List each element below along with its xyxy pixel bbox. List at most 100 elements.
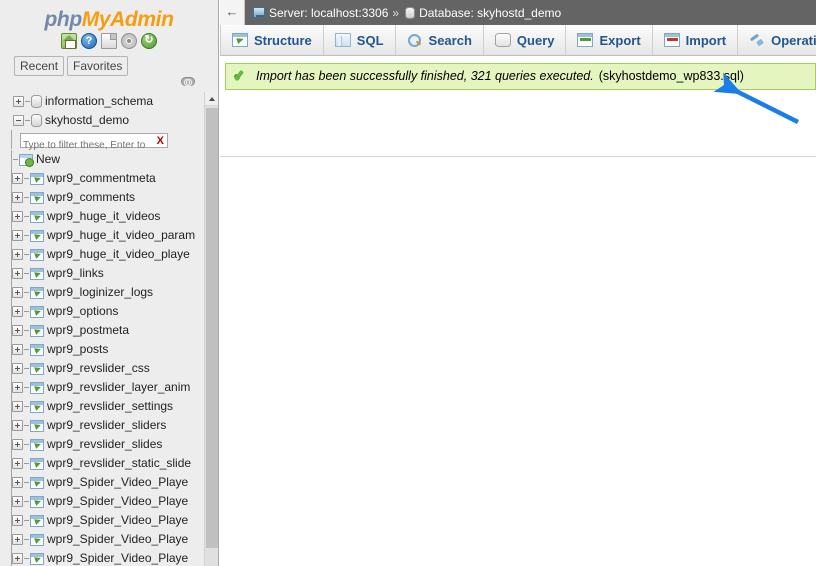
tab-sql[interactable]: SQL bbox=[324, 25, 396, 55]
tab-structure[interactable]: Structure bbox=[220, 25, 324, 55]
tab-query[interactable]: Query bbox=[484, 25, 567, 55]
navigation-scrollbar[interactable] bbox=[204, 92, 218, 566]
tree-item-table[interactable]: wpr9_Spider_Video_Playe bbox=[5, 473, 205, 492]
tab-favorites[interactable]: Favorites bbox=[67, 56, 129, 76]
expand-icon[interactable] bbox=[12, 420, 23, 432]
import-success-notice: Import has been successfully finished, 3… bbox=[225, 63, 816, 90]
expand-icon[interactable] bbox=[12, 534, 23, 546]
expand-icon[interactable] bbox=[12, 458, 23, 470]
back-button[interactable]: ← bbox=[220, 0, 245, 25]
table-icon bbox=[30, 457, 44, 470]
scrollbar-thumb[interactable] bbox=[206, 108, 218, 548]
filter-box[interactable]: X bbox=[20, 133, 168, 150]
logo-my-text: My bbox=[81, 8, 111, 31]
breadcrumb-database-label[interactable]: Database: skyhostd_demo bbox=[419, 6, 561, 20]
expand-icon[interactable] bbox=[12, 249, 23, 261]
tree-item-table[interactable]: wpr9_Spider_Video_Playe bbox=[5, 511, 205, 530]
tree-item-new[interactable]: New bbox=[5, 150, 205, 169]
tree-item-table[interactable]: wpr9_Spider_Video_Playe bbox=[5, 492, 205, 511]
tab-label: SQL bbox=[356, 32, 384, 48]
expand-icon[interactable] bbox=[12, 553, 23, 565]
tree-item-table[interactable]: wpr9_loginizer_logs bbox=[5, 283, 205, 302]
expand-icon[interactable] bbox=[12, 306, 23, 318]
tree-item-table[interactable]: wpr9_links bbox=[5, 264, 205, 283]
tree-item-table[interactable]: wpr9_postmeta bbox=[5, 321, 205, 340]
tree-item-table[interactable]: wpr9_Spider_Video_Playe bbox=[5, 549, 205, 566]
expand-icon[interactable] bbox=[12, 401, 23, 413]
expand-icon[interactable] bbox=[12, 439, 23, 451]
table-icon bbox=[30, 229, 44, 242]
expand-icon[interactable] bbox=[12, 325, 23, 337]
expand-icon[interactable] bbox=[12, 382, 23, 394]
tree-item-table[interactable]: wpr9_commentmeta bbox=[5, 169, 205, 188]
tree-item-table[interactable]: wpr9_Spider_Video_Playe bbox=[5, 530, 205, 549]
tab-operations[interactable]: Operations bbox=[738, 25, 816, 55]
expand-icon[interactable] bbox=[12, 230, 23, 242]
tree-item-table[interactable]: wpr9_huge_it_video_playe bbox=[5, 245, 205, 264]
help-icon[interactable]: ? bbox=[81, 33, 97, 49]
expand-icon[interactable] bbox=[12, 477, 23, 489]
tab-label: Structure bbox=[254, 32, 312, 48]
check-icon bbox=[234, 69, 249, 83]
home-icon[interactable] bbox=[61, 33, 77, 49]
settings-gear-icon[interactable] bbox=[121, 33, 137, 49]
expand-icon[interactable] bbox=[12, 211, 23, 223]
tree-item-label: wpr9_Spider_Video_Playe bbox=[47, 551, 189, 565]
tree-item-table[interactable]: wpr9_posts bbox=[5, 340, 205, 359]
expand-icon[interactable] bbox=[12, 496, 23, 508]
documentation-icon[interactable] bbox=[101, 33, 117, 49]
tab-import[interactable]: Import bbox=[653, 25, 739, 55]
table-icon bbox=[30, 172, 44, 185]
expand-icon[interactable] bbox=[12, 192, 23, 204]
expand-icon[interactable] bbox=[12, 344, 23, 356]
tree-item-table[interactable]: wpr9_revslider_css bbox=[5, 359, 205, 378]
tree-item-table[interactable]: wpr9_options bbox=[5, 302, 205, 321]
tree-item-table[interactable]: wpr9_huge_it_video_param bbox=[5, 226, 205, 245]
phpmyadmin-logo[interactable]: phpMyAdmin bbox=[0, 0, 218, 32]
refresh-icon[interactable]: ↻ bbox=[141, 33, 157, 49]
tree-item-label: wpr9_revslider_layer_anim bbox=[47, 380, 191, 394]
expand-icon[interactable] bbox=[12, 287, 23, 299]
table-icon bbox=[30, 305, 44, 318]
import-icon bbox=[663, 33, 680, 47]
tab-export[interactable]: Export bbox=[566, 25, 653, 55]
filter-clear-button[interactable]: X bbox=[157, 134, 164, 148]
expand-icon[interactable] bbox=[12, 515, 23, 527]
link-icon[interactable] bbox=[181, 77, 195, 86]
tree-item-table[interactable]: wpr9_revslider_slides bbox=[5, 435, 205, 454]
tree-item-label: wpr9_revslider_sliders bbox=[47, 418, 167, 432]
tree-item-label: wpr9_comments bbox=[47, 190, 136, 204]
collapse-icon[interactable] bbox=[13, 115, 24, 127]
expand-icon[interactable] bbox=[12, 268, 23, 280]
tree-item-table[interactable]: wpr9_revslider_settings bbox=[5, 397, 205, 416]
database-tree: information_schema skyhostd_demo X New w… bbox=[0, 92, 205, 566]
tree-item-label: wpr9_revslider_slides bbox=[47, 437, 163, 451]
tree-item-table[interactable]: wpr9_revslider_static_slide bbox=[5, 454, 205, 473]
scroll-up-button[interactable] bbox=[205, 92, 218, 106]
breadcrumb-server-label[interactable]: Server: localhost:3306 bbox=[269, 6, 388, 20]
tree-item-label: wpr9_postmeta bbox=[47, 323, 130, 337]
notice-message: Import has been successfully finished, 3… bbox=[256, 69, 594, 83]
tree-item-skyhostd-demo[interactable]: skyhostd_demo bbox=[5, 111, 205, 130]
tab-search[interactable]: Search bbox=[396, 25, 484, 55]
tree-item-table[interactable]: wpr9_revslider_sliders bbox=[5, 416, 205, 435]
tree-item-table[interactable]: wpr9_huge_it_videos bbox=[5, 207, 205, 226]
tab-recent[interactable]: Recent bbox=[14, 56, 65, 76]
main-tab-bar: Structure SQL Search Query Export Import… bbox=[220, 25, 816, 56]
table-icon bbox=[30, 476, 44, 489]
tree-item-table[interactable]: wpr9_comments bbox=[5, 188, 205, 207]
filter-input[interactable] bbox=[21, 139, 149, 150]
expand-icon[interactable] bbox=[13, 96, 24, 108]
navigation-icon-bar: ? ↻ bbox=[0, 32, 218, 54]
content-divider bbox=[220, 156, 816, 157]
expand-icon[interactable] bbox=[12, 173, 23, 185]
tree-item-label: information_schema bbox=[45, 94, 154, 108]
table-icon bbox=[30, 324, 44, 337]
tree-item-information-schema[interactable]: information_schema bbox=[5, 92, 205, 111]
navigation-panel: phpMyAdmin ? ↻ Recent Favorites informatio… bbox=[0, 0, 219, 566]
expand-icon[interactable] bbox=[12, 363, 23, 375]
table-list: wpr9_commentmeta wpr9_comments wpr9_huge_i… bbox=[5, 169, 205, 566]
tree-item-label: wpr9_huge_it_videos bbox=[47, 209, 161, 223]
tree-item-table[interactable]: wpr9_revslider_layer_anim bbox=[5, 378, 205, 397]
tree-item-label: wpr9_Spider_Video_Playe bbox=[47, 513, 189, 527]
